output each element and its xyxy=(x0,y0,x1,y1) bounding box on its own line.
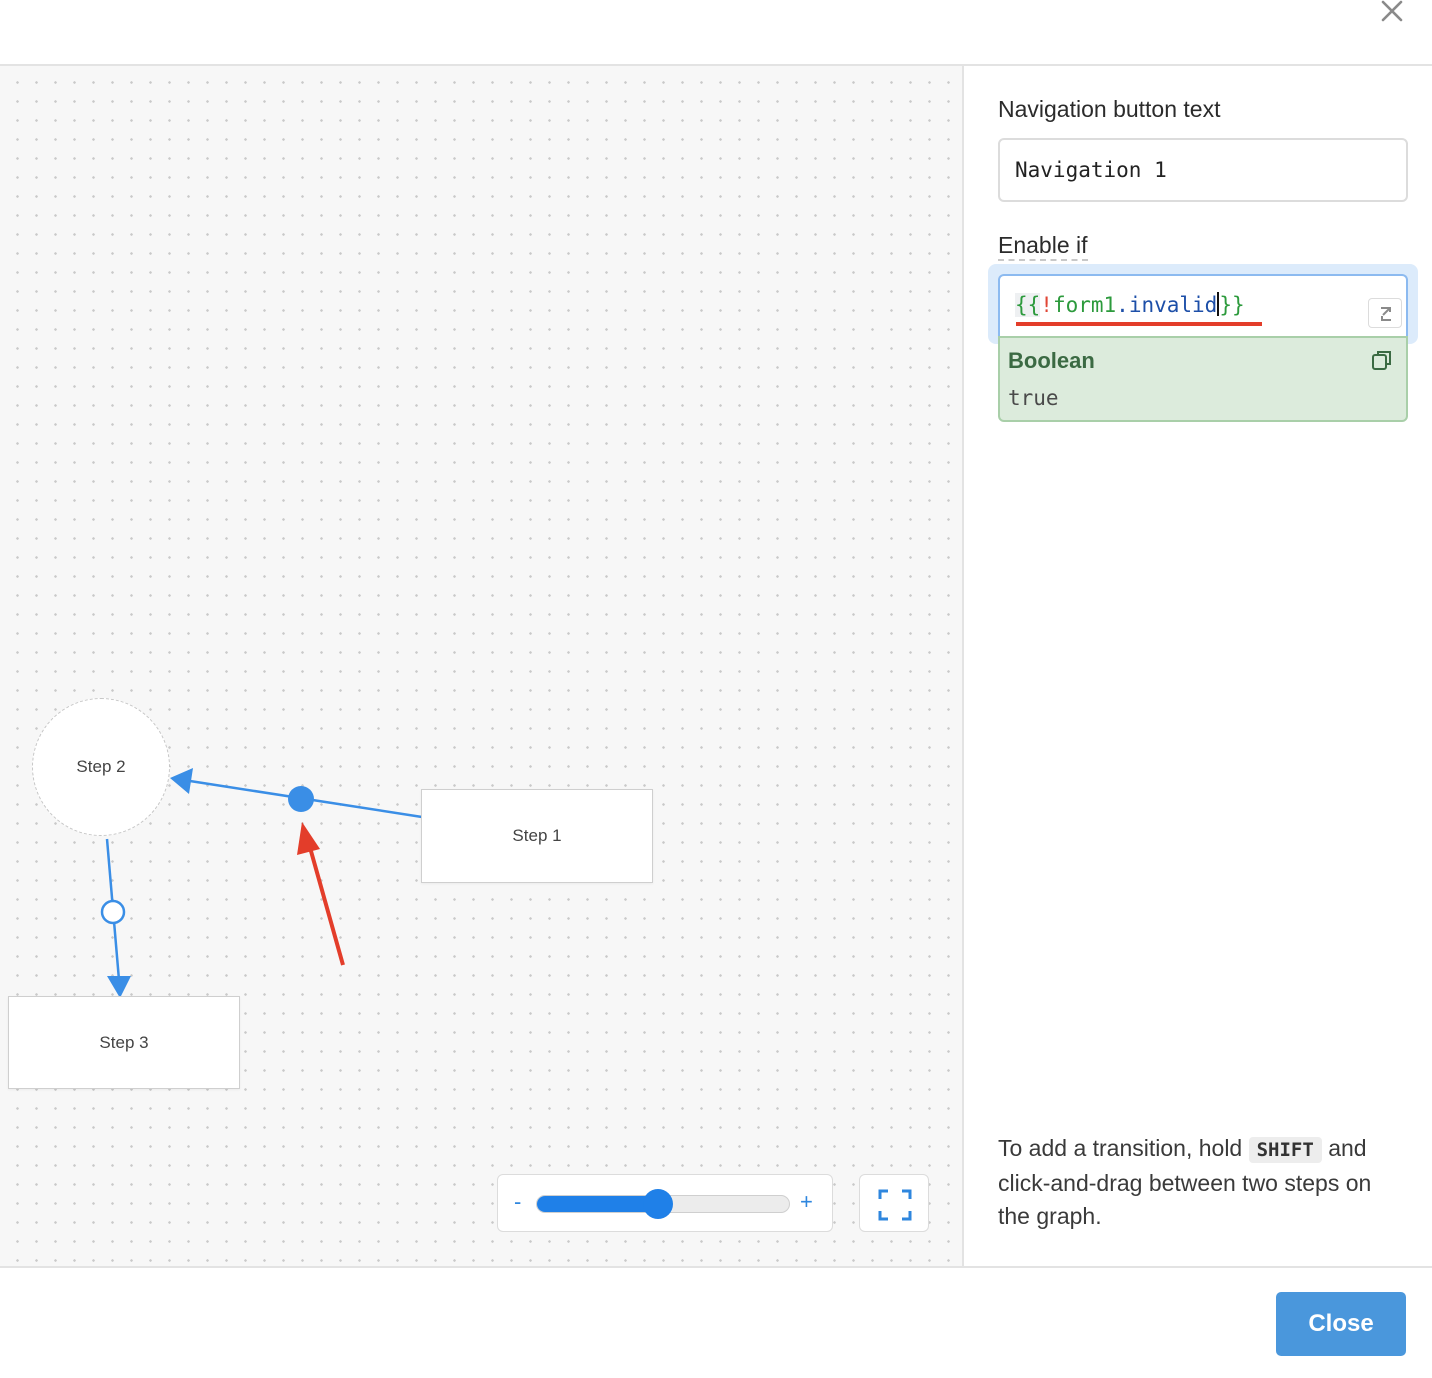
zoom-slider[interactable] xyxy=(536,1189,790,1219)
copy-icon[interactable] xyxy=(1370,348,1394,372)
zoom-slider-fill xyxy=(537,1196,660,1212)
close-button[interactable]: Close xyxy=(1276,1292,1406,1356)
zoom-slider-thumb[interactable] xyxy=(643,1189,674,1219)
inspector-panel: Navigation button text Enable if {{!form… xyxy=(962,66,1432,1266)
hint-prefix: To add a transition, hold xyxy=(998,1135,1243,1161)
result-type: Boolean xyxy=(1008,348,1095,373)
fullscreen-icon xyxy=(878,1189,912,1221)
expand-editor-button[interactable] xyxy=(1368,298,1402,328)
step-node-2[interactable]: Step 2 xyxy=(32,698,170,836)
enable-if-label: Enable if xyxy=(998,232,1088,261)
zoom-in-button[interactable]: + xyxy=(800,1189,813,1215)
code-brace-close: }} xyxy=(1219,293,1245,317)
zoom-out-button[interactable]: - xyxy=(514,1189,521,1215)
close-icon[interactable] xyxy=(1378,0,1406,24)
evaluation-result: Boolean true xyxy=(998,336,1408,422)
code-dot: . xyxy=(1116,293,1129,317)
enable-if-label-text: Enable if xyxy=(998,232,1088,261)
fit-to-screen-button[interactable] xyxy=(859,1174,929,1232)
result-value: true xyxy=(1008,386,1059,410)
nav-button-text-input[interactable] xyxy=(998,138,1408,202)
annotation-arrow xyxy=(307,843,345,966)
step-label: Step 3 xyxy=(99,1032,149,1052)
shift-key-badge: SHIFT xyxy=(1248,1137,1322,1163)
code-expression: {{!form1.invalid}} xyxy=(1015,292,1245,317)
transition-handle-selected[interactable] xyxy=(288,786,314,812)
expand-icon xyxy=(1381,307,1391,321)
arrowhead-step3 xyxy=(107,976,131,998)
step-label: Step 1 xyxy=(512,826,562,845)
transition-handle[interactable] xyxy=(100,899,126,925)
graph-canvas[interactable]: Step 2 Step 1 Step 3 - + xyxy=(0,66,962,1266)
step-label: Step 2 xyxy=(76,757,126,776)
enable-if-code-input[interactable]: {{!form1.invalid}} xyxy=(998,274,1408,338)
code-identifier: form1 xyxy=(1052,293,1117,317)
annotation-arrowhead xyxy=(297,822,320,855)
code-brace-open: {{ xyxy=(1015,293,1041,317)
code-property: invalid xyxy=(1128,293,1218,317)
annotation-underline xyxy=(1016,322,1262,326)
step-node-3[interactable]: Step 3 xyxy=(8,996,240,1089)
modal-footer: Close xyxy=(0,1266,1432,1378)
nav-button-text-label: Navigation button text xyxy=(998,96,1221,122)
arrowhead-step2 xyxy=(170,768,193,794)
code-negation: ! xyxy=(1040,293,1053,317)
step-node-1[interactable]: Step 1 xyxy=(421,789,653,883)
transition-hint: To add a transition, hold SHIFT and clic… xyxy=(998,1132,1408,1233)
modal-header xyxy=(0,0,1432,66)
zoom-control: - + xyxy=(497,1174,833,1232)
